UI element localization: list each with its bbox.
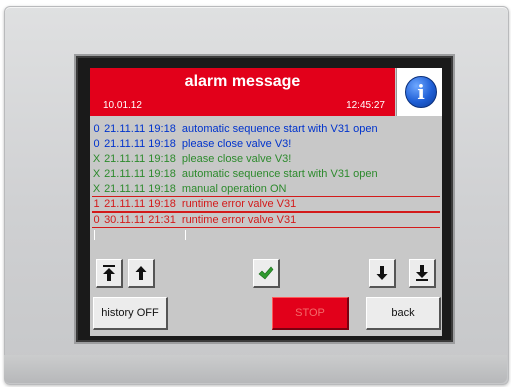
header-date: 10.01.12 — [103, 100, 142, 111]
alarm-datetime: 21.11.11 19:18 — [104, 168, 176, 180]
alarm-datetime: 21.11.11 19:18 — [104, 198, 176, 210]
alarm-code: X — [92, 153, 101, 165]
arrow-up-icon — [135, 266, 147, 280]
last-entry-button[interactable] — [409, 259, 436, 288]
alarm-datetime: 21.11.11 19:18 — [104, 123, 176, 135]
alarm-row[interactable]: X 21.11.11 19:18 automatic sequence star… — [92, 167, 440, 181]
scroll-up-button[interactable] — [128, 259, 155, 288]
alarm-text: please close valve V3! — [181, 138, 292, 150]
stop-button[interactable]: STOP — [272, 297, 349, 330]
arrow-to-bottom-icon — [416, 265, 428, 281]
column-divider — [94, 230, 95, 240]
alarm-datetime: 21.11.11 19:18 — [104, 183, 176, 195]
column-divider — [185, 230, 186, 240]
alarm-row[interactable]: X 21.11.11 19:18 please close valve V3! — [92, 152, 440, 166]
alarm-datetime: 21.11.11 19:18 — [104, 138, 176, 150]
alarm-code: X — [92, 168, 101, 180]
device-bottom-strip — [4, 355, 507, 383]
info-button[interactable]: i — [396, 68, 442, 116]
checkmark-icon — [258, 266, 274, 280]
alarm-text: automatic sequence start with V31 open — [181, 123, 378, 135]
alarm-code: 0 — [93, 138, 100, 150]
alarm-row[interactable]: 0 21.11.11 19:18 automatic sequence star… — [92, 122, 440, 136]
header-time: 12:45:27 — [346, 100, 385, 111]
acknowledge-button[interactable] — [253, 259, 280, 288]
alarm-list[interactable]: 0 21.11.11 19:18 automatic sequence star… — [92, 120, 440, 248]
alarm-text: please close valve V3! — [181, 153, 292, 165]
alarm-row[interactable]: 1 21.11.11 19:18 runtime error valve V31 — [92, 196, 440, 212]
navigation-bar — [90, 252, 442, 296]
back-button[interactable]: back — [366, 297, 441, 330]
alarm-datetime: 21.11.11 19:18 — [104, 153, 176, 165]
alarm-text: runtime error valve V31 — [181, 214, 297, 226]
alarm-header: alarm message 10.01.12 12:45:27 — [90, 68, 395, 116]
alarm-row[interactable]: X 21.11.11 19:18 manual operation ON — [92, 182, 440, 196]
history-toggle-button[interactable]: history OFF — [93, 297, 168, 330]
alarm-code: 1 — [93, 198, 100, 210]
first-entry-button[interactable] — [96, 259, 123, 288]
alarm-text: manual operation ON — [181, 183, 287, 195]
page-title: alarm message — [184, 73, 301, 90]
alarm-code: 0 — [93, 123, 100, 135]
alarm-text: runtime error valve V31 — [181, 198, 297, 210]
alarm-code: X — [92, 183, 101, 195]
info-icon: i — [405, 76, 437, 108]
alarm-text: automatic sequence start with V31 open — [181, 168, 378, 180]
arrow-to-top-icon — [103, 265, 115, 281]
alarm-row[interactable]: 0 21.11.11 19:18 please close valve V3! — [92, 137, 440, 151]
hmi-screen: alarm message 10.01.12 12:45:27 i 0 21.1… — [90, 68, 442, 336]
arrow-down-icon — [376, 266, 388, 280]
scroll-down-button[interactable] — [369, 259, 396, 288]
alarm-row-selected[interactable]: 0 30.11.11 21:31 runtime error valve V31 — [92, 212, 440, 228]
alarm-code: 0 — [93, 214, 100, 226]
alarm-datetime: 30.11.11 21:31 — [104, 214, 176, 226]
